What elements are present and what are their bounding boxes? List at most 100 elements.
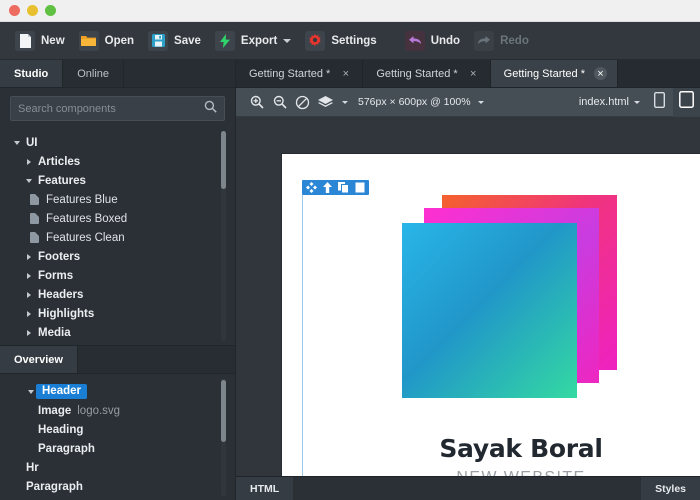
canvas-dimensions[interactable]: 576px × 600px @ 100% <box>358 96 484 108</box>
close-icon[interactable]: × <box>467 67 480 80</box>
delete-icon[interactable] <box>354 182 365 193</box>
tablet-icon <box>679 91 694 113</box>
hero-graphic <box>402 195 617 410</box>
window-maximize-button[interactable] <box>45 5 56 16</box>
undo-button[interactable]: Undo <box>398 22 467 60</box>
redo-button[interactable]: Redo <box>467 22 536 60</box>
tab-studio[interactable]: Studio <box>0 60 63 87</box>
tree-item-label: Articles <box>38 156 80 168</box>
export-button[interactable]: Export <box>208 22 298 60</box>
tree-item-media[interactable]: Media <box>0 323 235 342</box>
tree-item-features-blue[interactable]: Features Blue <box>0 190 235 209</box>
main-toolbar: New Open Save Export Settings <box>0 22 700 60</box>
zoom-in-icon[interactable] <box>245 91 268 114</box>
tree-item-features-boxed[interactable]: Features Boxed <box>0 209 235 228</box>
new-button[interactable]: New <box>8 22 72 60</box>
overview-panel: Overview Header Image logo.svg H <box>0 345 235 500</box>
close-icon[interactable]: × <box>339 67 352 80</box>
chevron-down-icon[interactable] <box>283 39 291 43</box>
tree-item-label: Highlights <box>38 308 94 320</box>
tree-item-label: Footers <box>38 251 80 263</box>
window-minimize-button[interactable] <box>27 5 38 16</box>
tree-item-forms[interactable]: Forms <box>0 266 235 285</box>
overview-item-label: Image <box>38 405 71 417</box>
tree-item-highlights[interactable]: Highlights <box>0 304 235 323</box>
filename-selector[interactable]: index.html <box>579 96 646 108</box>
overview-item-hr[interactable]: Hr <box>0 458 235 477</box>
phone-icon <box>654 92 665 113</box>
close-icon[interactable]: × <box>594 67 607 80</box>
page-heading: Sayak Boral <box>282 434 700 463</box>
chevron-right-icon[interactable] <box>24 159 34 165</box>
document-tab-label: Getting Started * <box>504 68 585 80</box>
settings-button[interactable]: Settings <box>298 22 383 60</box>
window-close-button[interactable] <box>9 5 20 16</box>
search-input[interactable] <box>18 103 204 115</box>
tree-item-articles[interactable]: Articles <box>0 152 235 171</box>
chevron-right-icon[interactable] <box>24 273 34 279</box>
chevron-down-icon[interactable] <box>12 141 22 145</box>
save-button-label: Save <box>174 35 201 47</box>
document-tab-3[interactable]: Getting Started * × <box>491 60 618 87</box>
tree-item-features[interactable]: Features <box>0 171 235 190</box>
chevron-down-icon[interactable] <box>26 390 36 394</box>
zoom-out-icon[interactable] <box>268 91 291 114</box>
move-handle-icon[interactable] <box>306 182 317 193</box>
search-components-box[interactable] <box>10 96 225 121</box>
search-container <box>0 88 235 127</box>
overview-item-label: Paragraph <box>26 481 83 493</box>
tablet-preview-button[interactable] <box>673 88 700 117</box>
redo-button-label: Redo <box>500 35 529 47</box>
overview-tree: Header Image logo.svg Heading Paragraph … <box>0 374 235 500</box>
file-icon <box>30 232 39 243</box>
page-preview[interactable]: Sayak Boral NEW WEBSITE <box>282 154 700 476</box>
document-tab-1[interactable]: Getting Started * × <box>236 60 363 87</box>
layers-icon[interactable] <box>314 91 337 114</box>
open-button[interactable]: Open <box>72 22 141 60</box>
tree-item-ui[interactable]: UI <box>0 133 235 152</box>
tab-overview[interactable]: Overview <box>0 346 78 373</box>
tree-item-features-clean[interactable]: Features Clean <box>0 228 235 247</box>
tab-styles[interactable]: Styles <box>641 477 700 500</box>
document-tab-2[interactable]: Getting Started * × <box>363 60 490 87</box>
tab-online[interactable]: Online <box>63 60 124 87</box>
tree-item-headers[interactable]: Headers <box>0 285 235 304</box>
new-document-icon <box>15 31 35 51</box>
design-canvas[interactable]: Sayak Boral NEW WEBSITE <box>236 117 700 476</box>
no-style-icon[interactable] <box>291 91 314 114</box>
selection-toolbar <box>302 180 369 195</box>
save-button[interactable]: Save <box>141 22 208 60</box>
overview-item-paragraph-2[interactable]: Paragraph <box>0 477 235 496</box>
component-tree-scrollbar[interactable] <box>221 131 226 189</box>
tree-item-label: Media <box>38 327 71 339</box>
chevron-right-icon[interactable] <box>24 311 34 317</box>
layers-chevron-down-icon[interactable] <box>342 101 348 104</box>
overview-scrollbar[interactable] <box>221 380 226 442</box>
chevron-down-icon[interactable] <box>478 101 484 104</box>
tree-item-label: Forms <box>38 270 73 282</box>
overview-item-heading[interactable]: Heading <box>0 420 235 439</box>
overview-item-paragraph-1[interactable]: Paragraph <box>0 439 235 458</box>
chevron-down-icon[interactable] <box>24 179 34 183</box>
file-icon <box>30 213 39 224</box>
arrow-up-icon[interactable] <box>322 182 333 193</box>
editor-panel: Getting Started * × Getting Started * × … <box>236 60 700 500</box>
overview-item-image[interactable]: Image logo.svg <box>0 401 235 420</box>
chevron-right-icon[interactable] <box>24 254 34 260</box>
duplicate-icon[interactable] <box>338 182 349 193</box>
tree-item-footers[interactable]: Footers <box>0 247 235 266</box>
search-icon[interactable] <box>204 100 217 118</box>
filename-label: index.html <box>579 96 629 108</box>
overview-item-header[interactable]: Header <box>0 382 235 401</box>
overview-item-label: Paragraph <box>38 443 95 455</box>
tab-html[interactable]: HTML <box>236 477 293 500</box>
new-button-label: New <box>41 35 65 47</box>
chevron-right-icon[interactable] <box>24 292 34 298</box>
settings-button-label: Settings <box>331 35 376 47</box>
floppy-disk-icon <box>148 31 168 51</box>
redo-arrow-icon <box>474 31 494 51</box>
chevron-right-icon[interactable] <box>24 330 34 336</box>
phone-preview-button[interactable] <box>646 88 673 117</box>
chevron-down-icon[interactable] <box>634 101 640 104</box>
tree-item-label: Features Clean <box>46 232 125 244</box>
